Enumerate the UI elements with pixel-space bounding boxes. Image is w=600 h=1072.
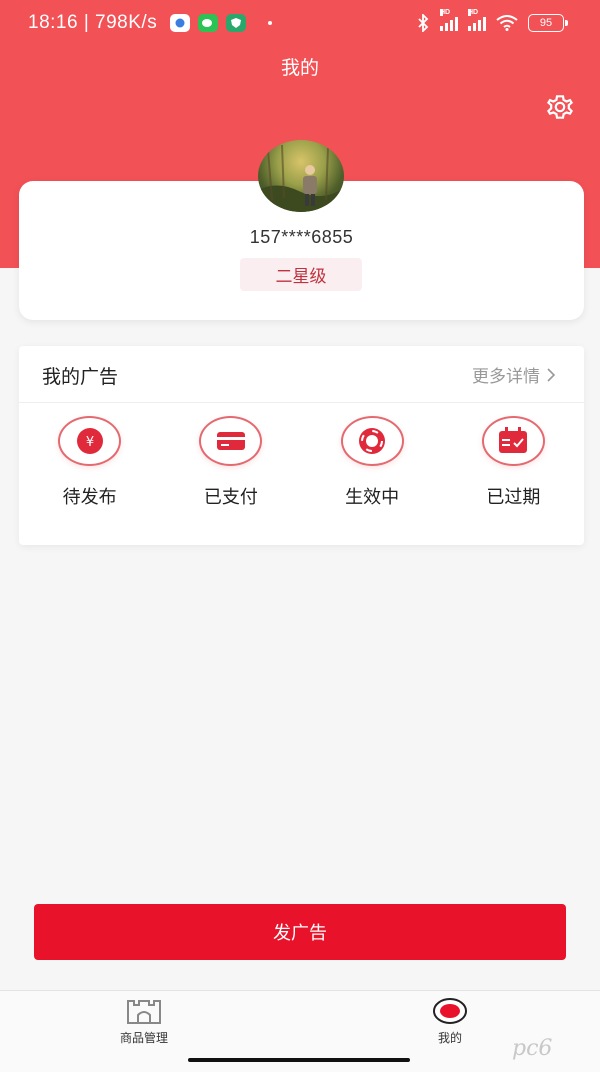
watermark-logo: pc6 [512, 1036, 553, 1061]
ads-status-list: ¥ 待发布 已支付 生效中 已过期 [19, 416, 584, 509]
phone-number: 157****6855 [249, 227, 354, 247]
battery-indicator: 95 [528, 14, 568, 32]
tab-product-management[interactable]: 商品管理 [120, 997, 168, 1046]
ads-item-label: 已过期 [486, 487, 541, 508]
ads-item-label: 已支付 [203, 487, 258, 508]
app-notification-icon [170, 14, 190, 32]
tab-label: 商品管理 [120, 1031, 169, 1045]
ads-item-label: 待发布 [62, 487, 117, 508]
my-ads-title: 我的广告 [42, 366, 119, 388]
lifebuoy-icon [340, 416, 404, 466]
wechat-icon [198, 14, 218, 32]
page-title: 我的 [280, 57, 319, 79]
notification-icons [170, 14, 272, 32]
chevron-right-icon [547, 367, 556, 382]
ads-item-expired[interactable]: 已过期 [443, 416, 584, 509]
ads-item-label: 生效中 [345, 487, 400, 508]
more-notifications-dot [268, 21, 272, 25]
gear-icon [546, 95, 574, 119]
divider [19, 402, 584, 403]
cellular-signal-1-icon: HD [440, 9, 458, 31]
hd-label: HD [468, 9, 479, 16]
ads-item-pending[interactable]: ¥ 待发布 [19, 416, 160, 509]
cellular-signal-2-icon: HD [468, 9, 486, 31]
profile-icon [433, 998, 467, 1024]
status-bar: 18:16 | 798K/s HD HD 95 [0, 0, 600, 46]
shield-app-icon [226, 14, 246, 32]
svg-text:¥: ¥ [85, 435, 93, 450]
ads-item-paid[interactable]: 已支付 [160, 416, 301, 509]
settings-button[interactable] [543, 90, 577, 124]
publish-ad-button[interactable]: 发广告 [34, 904, 566, 960]
bluetooth-icon [418, 14, 429, 32]
status-indicators: HD HD 95 [416, 9, 568, 32]
home-indicator[interactable] [188, 1058, 410, 1062]
tab-label: 我的 [437, 1031, 462, 1045]
network-speed: 798K/s [95, 12, 158, 33]
level-badge: 二星级 [240, 258, 362, 291]
status-time: 18:16 | 798K/s [28, 12, 158, 33]
avatar-photo [258, 144, 344, 212]
my-ads-card: 我的广告 更多详情 ¥ 待发布 已支付 生效中 已过期 [19, 346, 584, 545]
hd-label: HD [440, 9, 451, 16]
more-details-link[interactable]: 更多详情 [472, 362, 556, 387]
avatar[interactable] [258, 140, 344, 212]
card-icon [199, 416, 263, 466]
battery-level: 95 [539, 17, 553, 29]
calendar-check-icon [481, 416, 545, 466]
more-details-label: 更多详情 [472, 367, 540, 387]
clock: 18:16 [28, 12, 79, 33]
store-icon [127, 1000, 161, 1024]
yen-icon: ¥ [58, 416, 122, 466]
tab-mine[interactable]: 我的 [432, 997, 468, 1046]
ads-item-active[interactable]: 生效中 [302, 416, 443, 509]
wifi-icon [496, 15, 518, 31]
